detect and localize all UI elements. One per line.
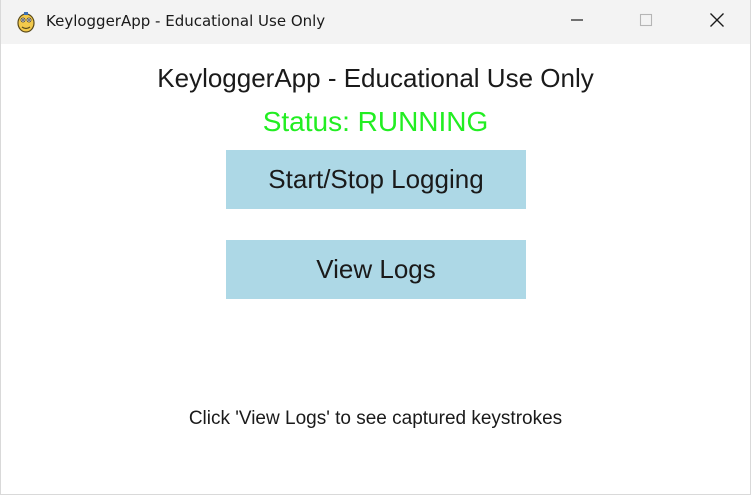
page-title: KeyloggerApp - Educational Use Only <box>157 63 594 93</box>
close-button[interactable] <box>694 0 740 44</box>
pygame-snake-icon <box>14 10 38 34</box>
app-window: KeyloggerApp - Educational Use Only Keyl… <box>0 0 751 495</box>
window-title: KeyloggerApp - Educational Use Only <box>46 12 326 30</box>
view-logs-label: View Logs <box>316 254 436 284</box>
start-stop-logging-label: Start/Stop Logging <box>268 164 484 194</box>
hint-text: Click 'View Logs' to see captured keystr… <box>188 408 563 429</box>
start-stop-logging-button[interactable]: Start/Stop Logging <box>226 150 526 209</box>
minimize-icon <box>570 13 584 32</box>
maximize-button <box>623 0 669 44</box>
close-icon <box>709 12 725 33</box>
maximize-icon <box>639 13 653 32</box>
view-logs-button[interactable]: View Logs <box>226 240 526 299</box>
title-bar[interactable]: KeyloggerApp - Educational Use Only <box>1 0 750 44</box>
status-text: Status: RUNNING <box>262 106 489 137</box>
minimize-button[interactable] <box>554 0 600 44</box>
app-content: KeyloggerApp - Educational Use Only Stat… <box>1 44 750 494</box>
